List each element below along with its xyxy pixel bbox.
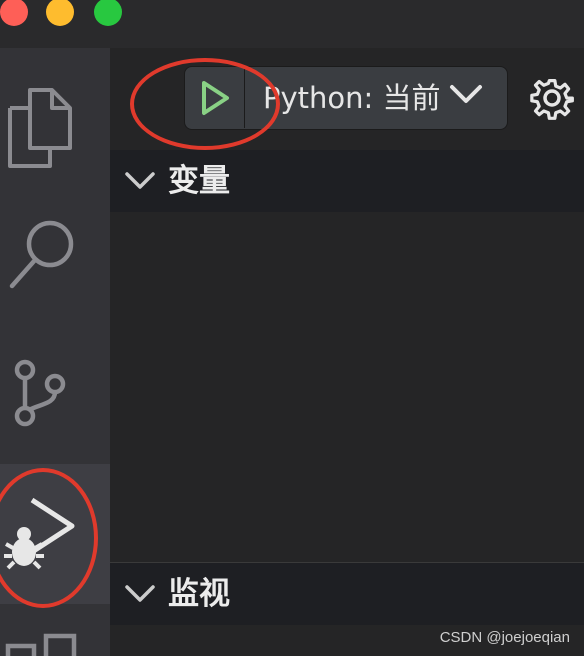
activity-bar: [0, 48, 110, 656]
section-title: 监视: [168, 576, 230, 612]
debug-toolbar: Python: 当前: [110, 48, 584, 148]
activity-item-explorer[interactable]: [0, 48, 110, 178]
variables-section-header[interactable]: 变量: [110, 150, 584, 212]
search-icon: [9, 220, 74, 289]
play-icon: [202, 81, 229, 115]
run-debug-sidebar: Python: 当前 变量 监视: [110, 48, 584, 656]
activity-item-search[interactable]: [0, 178, 110, 308]
variables-panel: [110, 212, 584, 562]
maximize-window-button[interactable]: [94, 0, 122, 26]
extensions-icon: [5, 633, 77, 656]
watermark: CSDN @joejoeqian: [439, 629, 570, 646]
close-window-button[interactable]: [0, 0, 28, 26]
launch-configuration-box: Python: 当前: [184, 66, 508, 130]
source-control-icon: [14, 359, 66, 427]
start-debugging-button[interactable]: [185, 67, 245, 128]
minimize-window-button[interactable]: [46, 0, 74, 26]
launch-configuration-select[interactable]: Python: 当前: [263, 78, 443, 118]
files-icon: [8, 88, 72, 168]
chevron-down-icon[interactable]: [449, 83, 483, 107]
watch-section-header[interactable]: 监视: [110, 562, 584, 625]
activity-item-source-control[interactable]: [0, 308, 110, 438]
chevron-down-icon: [125, 585, 155, 602]
section-title: 变量: [168, 163, 230, 199]
activity-item-run-debug[interactable]: [0, 464, 110, 604]
title-bar: [0, 0, 584, 48]
run-debug-icon: [4, 497, 75, 570]
gear-icon[interactable]: [530, 76, 574, 120]
activity-item-extensions[interactable]: [0, 626, 110, 656]
chevron-down-icon: [125, 172, 155, 189]
